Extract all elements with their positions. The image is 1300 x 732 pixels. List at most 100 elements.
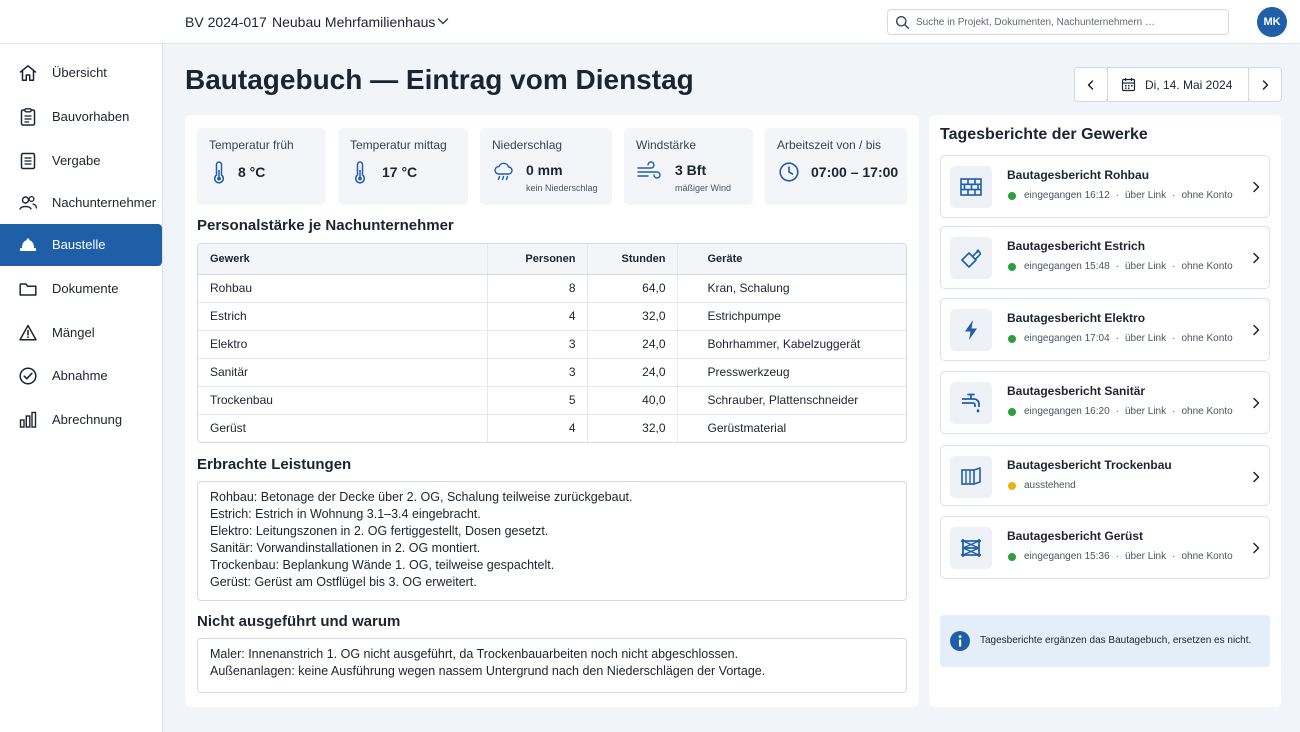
report-card-rohbau[interactable]: Bautagesbericht Rohbau eingegangen 16:12…	[940, 155, 1270, 218]
sidebar-item-bauvorhaben[interactable]: Bauvorhaben	[0, 96, 162, 138]
reports-title: Tagesberichte der Gewerke	[940, 126, 1148, 143]
report-status: eingegangen 15:48 · über Link · ohne Konto	[1008, 261, 1233, 272]
cell-stunden: 24,0	[587, 329, 678, 358]
sidebar-item-label: Übersicht	[52, 65, 107, 80]
chevron-right-icon	[1250, 470, 1262, 484]
page-title: Bautagebuch — Eintrag vom Dienstag	[185, 64, 694, 95]
text-line: Rohbau: Betonage der Decke über 2. OG, S…	[210, 490, 633, 504]
lightning-icon	[950, 309, 992, 351]
cell-geraete: Presswerkzeug	[677, 357, 906, 386]
chevron-down-icon[interactable]	[436, 14, 450, 28]
report-name: Bautagesbericht Trockenbau	[1007, 458, 1172, 472]
top-bar: BV 2024-017 Neubau Mehrfamilienhaus MK	[0, 0, 1300, 44]
sidebar-item-maengel[interactable]: Mängel	[0, 312, 162, 354]
report-card-trockenbau[interactable]: Bautagesbericht Trockenbau ausstehend	[940, 445, 1270, 506]
sidebar-item-abrechnung[interactable]: Abrechnung	[0, 399, 162, 441]
sidebar-item-uebersicht[interactable]: Übersicht	[0, 52, 162, 94]
table-header-row: Gewerk Personen Stunden Geräte	[198, 244, 906, 275]
report-card-geruest[interactable]: Bautagesbericht Gerüst eingegangen 15:36…	[940, 516, 1270, 579]
wind-icon	[636, 161, 662, 183]
sidebar-item-label: Baustelle	[52, 237, 106, 252]
weather-card-value: 3 Bft	[675, 162, 707, 178]
cell-stunden: 32,0	[587, 301, 678, 330]
weather-card-subtext: mäßiger Wind	[675, 183, 732, 193]
report-name: Bautagesbericht Estrich	[1007, 239, 1146, 253]
faucet-icon	[950, 382, 992, 424]
report-received: eingegangen 16:12	[1024, 190, 1110, 201]
sidebar-item-vergabe[interactable]: Vergabe	[0, 140, 162, 182]
cell-gewerk: Estrich	[198, 301, 488, 330]
sidebar-item-baustelle[interactable]: Baustelle	[0, 224, 162, 266]
cell-gewerk: Elektro	[198, 329, 488, 358]
search-field[interactable]	[887, 9, 1229, 35]
sidebar-item-dokumente[interactable]: Dokumente	[0, 268, 162, 310]
report-account: ohne Konto	[1181, 333, 1233, 344]
check-circle-icon	[18, 366, 38, 386]
weather-card-title: Arbeitszeit von / bis	[777, 138, 882, 152]
cell-gewerk: Rohbau	[198, 274, 488, 302]
chevron-right-icon	[1250, 396, 1262, 410]
weather-card-title: Temperatur früh	[209, 138, 294, 152]
table-row: Estrich 4 32,0 Estrichpumpe	[198, 301, 906, 330]
search-input[interactable]	[916, 13, 1221, 31]
diary-entry-panel: Temperatur früh 8 °C Temperatur mittag 1…	[185, 115, 919, 707]
report-via: über Link	[1124, 551, 1167, 562]
weather-card-subtext: kein Niederschlag	[526, 183, 598, 193]
trowel-icon	[950, 237, 992, 279]
status-dot	[1008, 191, 1016, 200]
report-received: eingegangen 15:36	[1024, 551, 1110, 562]
report-via: über Link	[1124, 333, 1167, 344]
column-header-stunden[interactable]: Stunden	[587, 244, 678, 275]
performed-section-title: Erbrachte Leistungen	[197, 456, 352, 473]
weather-card-precipitation: Niederschlag 0 mm kein Niederschlag	[480, 128, 612, 205]
status-dot	[1008, 407, 1016, 416]
cell-stunden: 24,0	[587, 357, 678, 386]
column-header-personen[interactable]: Personen	[487, 244, 588, 275]
report-name: Bautagesbericht Elektro	[1007, 311, 1146, 325]
project-code: BV 2024-017	[185, 14, 267, 30]
thermometer-icon	[352, 161, 368, 185]
report-via: über Link	[1124, 190, 1167, 201]
report-account: ohne Konto	[1181, 261, 1233, 272]
report-card-elektro[interactable]: Bautagesbericht Elektro eingegangen 17:0…	[940, 298, 1270, 361]
report-card-sanitaer[interactable]: Bautagesbericht Sanitär eingegangen 16:2…	[940, 371, 1270, 434]
previous-day-button[interactable]	[1074, 67, 1108, 102]
report-card-estrich[interactable]: Bautagesbericht Estrich eingegangen 15:4…	[940, 226, 1270, 289]
table-row: Gerüst 4 32,0 Gerüstmaterial	[198, 413, 906, 442]
table-row: Sanitär 3 24,0 Presswerkzeug	[198, 357, 906, 386]
report-name: Bautagesbericht Sanitär	[1007, 384, 1146, 398]
scaffold-icon	[950, 527, 992, 569]
cell-gewerk: Sanitär	[198, 357, 488, 386]
text-line: Estrich: Estrich in Wohnung 3.1–3.4 eing…	[210, 507, 481, 521]
not-performed-section-title: Nicht ausgeführt und warum	[197, 613, 401, 630]
cell-geraete: Schrauber, Plattenschneider	[677, 385, 906, 414]
cell-personen: 4	[487, 413, 588, 442]
thermometer-icon	[211, 161, 227, 185]
text-line: Sanitär: Vorwandinstallationen in 2. OG …	[210, 541, 481, 555]
staff-section-title: Personalstärke je Nachunternehmer	[197, 217, 454, 234]
report-name: Bautagesbericht Gerüst	[1007, 529, 1144, 543]
clock-icon	[778, 161, 800, 183]
report-status: ausstehend	[1008, 480, 1076, 491]
report-status: eingegangen 16:12 · über Link · ohne Konto	[1008, 190, 1233, 201]
column-header-gewerk[interactable]: Gewerk	[198, 244, 488, 275]
not-performed-textarea[interactable]: Maler: Innenanstrich 1. OG nicht ausgefü…	[197, 638, 907, 693]
sidebar-item-abnahme[interactable]: Abnahme	[0, 355, 162, 397]
chevron-left-icon	[1085, 79, 1097, 91]
sidebar-item-label: Mängel	[52, 325, 95, 340]
report-received: eingegangen 16:20	[1024, 406, 1110, 417]
project-name[interactable]: Neubau Mehrfamilienhaus	[272, 14, 435, 30]
column-header-geraete[interactable]: Geräte	[677, 244, 906, 275]
text-line: Trockenbau: Beplankung Wände 1. OG, teil…	[210, 558, 555, 572]
weather-card-value: 07:00 – 17:00	[811, 164, 899, 180]
report-pending: ausstehend	[1024, 480, 1076, 491]
sidebar-item-label: Dokumente	[52, 281, 119, 296]
date-picker[interactable]: Di, 14. Mai 2024	[1107, 67, 1249, 102]
report-name: Bautagesbericht Rohbau	[1007, 168, 1150, 182]
next-day-button[interactable]	[1248, 67, 1282, 102]
users-icon	[18, 193, 38, 213]
status-dot	[1008, 334, 1016, 343]
sidebar-item-nachunternehmer[interactable]: Nachunternehmer	[0, 182, 162, 224]
avatar[interactable]: MK	[1257, 7, 1287, 37]
performed-work-textarea[interactable]: Rohbau: Betonage der Decke über 2. OG, S…	[197, 481, 907, 601]
